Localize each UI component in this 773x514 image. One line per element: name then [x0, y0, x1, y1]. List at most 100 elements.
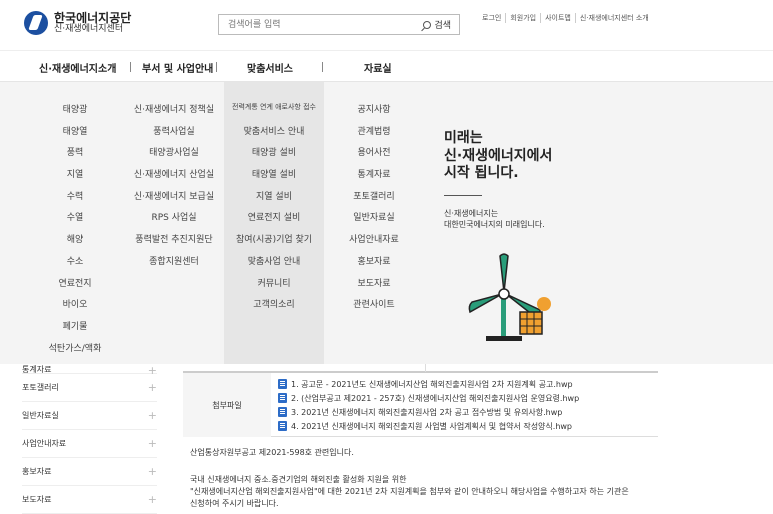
menu-item[interactable]: 일반자료실 — [353, 210, 394, 232]
menu-item[interactable]: 수력 — [67, 189, 84, 211]
menu-item[interactable]: 커뮤니티 — [257, 276, 290, 298]
plus-icon: + — [147, 381, 157, 394]
attachment-row: 첨부파일 1. 공고문 - 2021년도 신재생에너지산업 해외진출지원사업 2… — [183, 372, 658, 437]
menu-item[interactable]: 사업안내자료 — [349, 232, 399, 254]
search-input[interactable] — [219, 15, 416, 34]
side-nav-label: 보도자료 — [22, 495, 52, 504]
menu-item[interactable]: 태양광사업실 — [149, 145, 199, 167]
hwp-file-icon — [278, 379, 287, 389]
nav-data-room[interactable]: 자료실 — [364, 60, 392, 75]
site-header: 한국에너지공단 신·재생에너지센터 검색 로그인 회원가입 사이트맵 신·재생에… — [0, 0, 773, 50]
menu-item[interactable]: 용어사전 — [357, 145, 390, 167]
menu-item[interactable]: 태양열 설비 — [252, 167, 296, 189]
nav-divider — [130, 62, 131, 72]
attachment-label: 첨부파일 — [183, 373, 271, 437]
signup-link[interactable]: 회원가입 — [505, 13, 540, 23]
attachment-filename: 4. 2021년 신재생에너지 해외진출지원 사업별 사업계획서 및 협약서 작… — [291, 421, 573, 431]
search-bar: 검색 — [218, 14, 460, 35]
menu-item[interactable]: 전력계통 연계 애로사항 접수 — [232, 102, 316, 124]
plus-icon: + — [147, 437, 157, 450]
side-nav-item[interactable]: 포토갤러리 + — [22, 374, 157, 402]
table-row — [183, 364, 658, 372]
menu-item[interactable]: 포토갤러리 — [353, 189, 394, 211]
nav-renewable-intro[interactable]: 신·재생에너지소개 — [39, 60, 116, 75]
menu-item[interactable]: 태양광 설비 — [252, 145, 296, 167]
logo[interactable]: 한국에너지공단 신·재생에너지센터 — [24, 11, 131, 35]
reference-note: 산업통상자원부공고 제2021-598호 관련입니다. — [190, 448, 354, 457]
menu-item[interactable]: 맞춤사업 안내 — [248, 254, 301, 276]
attachment-file[interactable]: 1. 공고문 - 2021년도 신재생에너지산업 해외진출지원사업 2차 지원계… — [278, 377, 579, 391]
hwp-file-icon — [278, 421, 287, 431]
post-body: 국내 신재생에너지 중소.중견기업의 해외진출 활성화 지원을 위한 "신재생에… — [190, 474, 629, 510]
menu-item[interactable]: 참여(시공)기업 찾기 — [236, 232, 312, 254]
mega-menu: 태양광 태양열 풍력 지열 수력 수열 해양 수소 연료전지 바이오 폐기물 석… — [0, 82, 773, 364]
search-button[interactable]: 검색 — [415, 18, 459, 31]
menu-item[interactable]: 관련사이트 — [353, 297, 394, 319]
attachment-filename: 2. (산업부공고 제2021 - 257호) 신재생에너지산업 해외진출지원사… — [291, 393, 580, 403]
main-nav: 신·재생에너지소개 부서 및 사업안내 맞춤서비스 자료실 — [0, 50, 773, 82]
login-link[interactable]: 로그인 — [478, 13, 505, 23]
post-body-line: "신재생에너지산업 해외진출지원사업"에 대한 2021년 2차 지원계획을 첨… — [190, 487, 629, 496]
menu-item[interactable]: 석탄가스/액화 — [49, 341, 102, 363]
menu-item[interactable]: 지열 설비 — [256, 189, 292, 211]
attachment-file[interactable]: 2. (산업부공고 제2021 - 257호) 신재생에너지산업 해외진출지원사… — [278, 391, 579, 405]
logo-name: 한국에너지공단 — [54, 10, 132, 25]
attachment-file[interactable]: 4. 2021년 신재생에너지 해외진출지원 사업별 사업계획서 및 협약서 작… — [278, 419, 579, 433]
menu-item[interactable]: 바이오 — [63, 297, 88, 319]
menu-item[interactable]: 신·재생에너지 정책실 — [134, 102, 214, 124]
attachment-filename: 1. 공고문 - 2021년도 신재생에너지산업 해외진출지원사업 2차 지원계… — [291, 379, 573, 389]
side-nav-label: 포토갤러리 — [22, 383, 59, 392]
side-nav-label: 통계자료 — [22, 365, 52, 374]
nav-divider — [216, 62, 217, 72]
promo-divider — [444, 194, 482, 196]
plus-icon: + — [147, 364, 157, 377]
menu-item[interactable]: 신·재생에너지 보급실 — [134, 189, 214, 211]
plus-icon: + — [147, 465, 157, 478]
menu-item[interactable]: 지열 — [67, 167, 84, 189]
menu-item[interactable]: 수열 — [67, 210, 84, 232]
logo-subtitle: 신·재생에너지센터 — [54, 23, 124, 34]
menu-item[interactable]: 해양 — [67, 232, 84, 254]
menu-item[interactable]: 연료전지 설비 — [248, 210, 301, 232]
menu-item[interactable]: 통계자료 — [357, 167, 390, 189]
menu-item[interactable]: 공지사항 — [357, 102, 390, 124]
hwp-file-icon — [278, 407, 287, 417]
side-nav-item[interactable]: 통계자료 + — [22, 364, 157, 377]
menu-item[interactable]: 풍력발전 추진지원단 — [135, 232, 212, 254]
center-intro-link[interactable]: 신·재생에너지센터 소개 — [574, 13, 653, 23]
menu-item[interactable]: 고객의소리 — [253, 297, 294, 319]
menu-item[interactable]: RPS 사업실 — [151, 210, 196, 232]
menu-item[interactable]: 연료전지 — [58, 276, 91, 298]
promo-subtitle-line: 신·재생에너지는 — [444, 208, 499, 218]
menu-item[interactable]: 신·재생에너지 산업실 — [134, 167, 214, 189]
menu-item[interactable]: 태양광 — [63, 102, 88, 124]
menu-column-departments: 신·재생에너지 정책실 풍력사업실 태양광사업실 신·재생에너지 산업실 신·재… — [124, 102, 224, 276]
menu-item[interactable]: 홍보자료 — [357, 254, 390, 276]
attachment-list: 1. 공고문 - 2021년도 신재생에너지산업 해외진출지원사업 2차 지원계… — [278, 377, 579, 433]
attachment-filename: 3. 2021년 신재생에너지 해외진출지원사업 2차 공고 접수방법 및 유의… — [291, 407, 563, 417]
menu-item[interactable]: 풍력사업실 — [153, 124, 194, 146]
promo-title-line: 시작 됩니다. — [444, 165, 519, 181]
side-nav-item[interactable]: 보도자료 + — [22, 486, 157, 514]
post-body-line: 신청하여 주시기 바랍니다. — [190, 499, 279, 508]
sitemap-link[interactable]: 사이트맵 — [540, 13, 575, 23]
side-nav-item[interactable]: 일반자료실 + — [22, 402, 157, 430]
menu-item[interactable]: 풍력 — [67, 145, 84, 167]
side-nav-item[interactable]: 사업안내자료 + — [22, 430, 157, 458]
nav-custom-service[interactable]: 맞춤서비스 — [247, 60, 293, 75]
side-nav-item[interactable]: 홍보자료 + — [22, 458, 157, 486]
menu-item[interactable]: 보도자료 — [357, 276, 390, 298]
menu-item[interactable]: 태양열 — [63, 124, 88, 146]
menu-item[interactable]: 폐기물 — [63, 319, 88, 341]
search-icon — [423, 20, 432, 29]
side-nav-label: 일반자료실 — [22, 411, 59, 420]
attachment-file[interactable]: 3. 2021년 신재생에너지 해외진출지원사업 2차 공고 접수방법 및 유의… — [278, 405, 579, 419]
menu-item[interactable]: 맞춤서비스 안내 — [244, 124, 305, 146]
menu-item[interactable]: 종합지원센터 — [149, 254, 199, 276]
table-cell-divider — [425, 364, 426, 372]
menu-column-intro: 태양광 태양열 풍력 지열 수력 수열 해양 수소 연료전지 바이오 폐기물 석… — [34, 102, 116, 362]
utility-links: 로그인 회원가입 사이트맵 신·재생에너지센터 소개 — [478, 13, 653, 23]
menu-item[interactable]: 관계법령 — [357, 124, 390, 146]
menu-item[interactable]: 수소 — [67, 254, 84, 276]
nav-departments[interactable]: 부서 및 사업안내 — [142, 60, 213, 75]
